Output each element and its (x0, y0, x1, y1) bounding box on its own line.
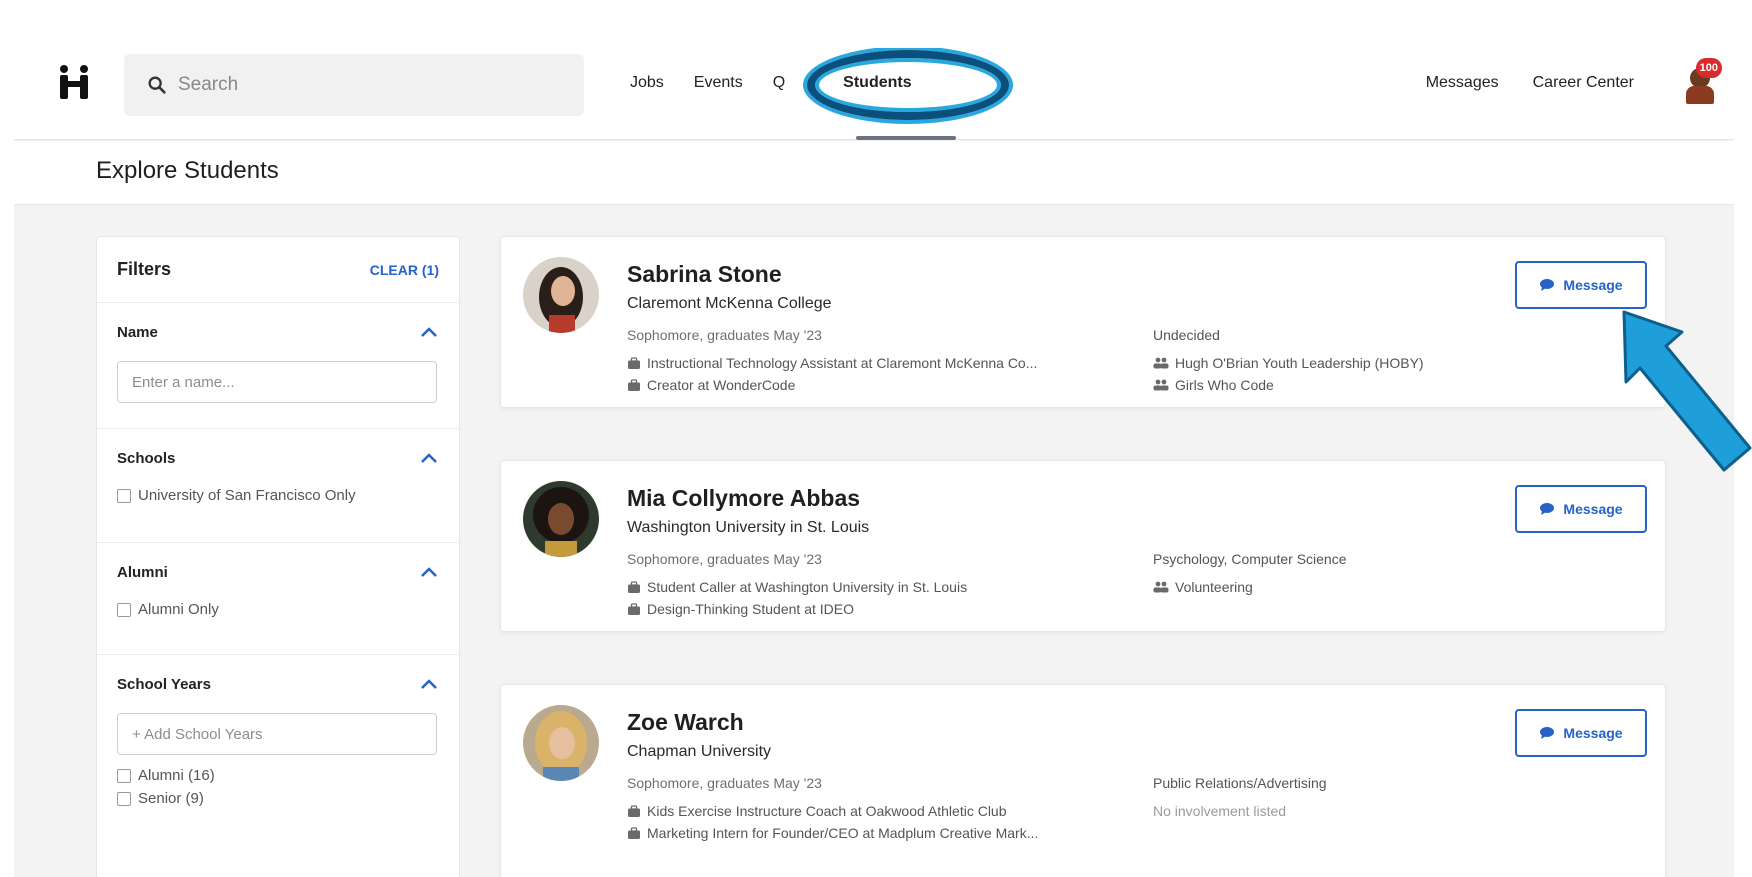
student-avatar[interactable] (523, 257, 599, 333)
active-tab-indicator (856, 136, 956, 140)
message-button[interactable]: Message (1515, 709, 1647, 757)
involvement-row: Volunteering (1153, 579, 1253, 595)
job-row: Student Caller at Washington University … (627, 579, 967, 595)
alumni-only-checkbox[interactable]: Alumni Only (117, 601, 439, 618)
student-year: Sophomore, graduates May '23 (627, 551, 822, 567)
student-name[interactable]: Mia Collymore Abbas (627, 485, 860, 512)
briefcase-icon (628, 826, 640, 839)
nav-events[interactable]: Events (694, 74, 743, 92)
chat-bubble-icon (1540, 279, 1555, 291)
search-input[interactable] (178, 74, 558, 96)
group-icon (1153, 379, 1169, 391)
group-icon (1153, 581, 1169, 593)
job-row: Instructional Technology Assistant at Cl… (627, 355, 1037, 371)
search-icon (148, 76, 166, 94)
search-bar[interactable] (124, 54, 584, 116)
app-window: Jobs Events Q Students Messages Career C… (14, 48, 1734, 877)
student-year: Sophomore, graduates May '23 (627, 775, 822, 791)
chevron-up-icon[interactable] (419, 677, 439, 691)
student-name[interactable]: Sabrina Stone (627, 261, 782, 288)
chevron-up-icon[interactable] (419, 565, 439, 579)
student-card: Zoe Warch Chapman University Sophomore, … (500, 684, 1666, 877)
nav-messages[interactable]: Messages (1426, 74, 1499, 92)
chevron-up-icon[interactable] (419, 325, 439, 339)
student-school: Chapman University (627, 743, 772, 760)
briefcase-icon (628, 356, 640, 369)
annotation-ellipse (807, 50, 1009, 120)
school-only-checkbox[interactable]: University of San Francisco Only (117, 487, 439, 504)
school-years-input[interactable] (117, 713, 437, 755)
top-nav: Jobs Events Q Students Messages Career C… (14, 48, 1734, 140)
filter-alumni-label: Alumni (117, 563, 168, 581)
student-card: Sabrina Stone Claremont McKenna College … (500, 236, 1666, 408)
school-year-checkbox-senior[interactable]: Senior (9) (117, 790, 439, 807)
handshake-logo-icon[interactable] (58, 63, 98, 103)
student-school: Washington University in St. Louis (627, 519, 870, 536)
filter-schools-section: Schools University of San Francisco Only (97, 429, 459, 543)
student-avatar[interactable] (523, 705, 599, 781)
student-card: Mia Collymore Abbas Washington Universit… (500, 460, 1666, 632)
student-avatar[interactable] (523, 481, 599, 557)
annotation-arrow-icon (1622, 310, 1752, 472)
filters-panel: Filters CLEAR (1) Name Schools Universit… (96, 236, 460, 877)
group-icon (1153, 357, 1169, 369)
school-year-checkbox-alumni[interactable]: Alumni (16) (117, 767, 439, 784)
job-row: Kids Exercise Instructure Coach at Oakwo… (627, 803, 1007, 819)
student-school: Claremont McKenna College (627, 295, 832, 312)
filter-name-label: Name (117, 323, 158, 341)
briefcase-icon (628, 804, 640, 817)
filter-schools-label: Schools (117, 449, 176, 467)
student-major: Undecided (1153, 327, 1220, 343)
student-major: Public Relations/Advertising (1153, 775, 1327, 791)
notification-badge: 100 (1695, 58, 1722, 78)
filter-name-section: Name (97, 303, 459, 429)
nav-career-center[interactable]: Career Center (1533, 74, 1634, 92)
filter-alumni-section: Alumni Alumni Only (97, 543, 459, 655)
user-avatar[interactable]: 100 (1680, 58, 1722, 104)
filter-school-years-section: School Years Alumni (16) Senior (9) (97, 655, 459, 807)
message-button[interactable]: Message (1515, 485, 1647, 533)
involvement-row: Hugh O'Brian Youth Leadership (HOBY) (1153, 355, 1424, 371)
job-row: Marketing Intern for Founder/CEO at Madp… (627, 825, 1038, 841)
student-year: Sophomore, graduates May '23 (627, 327, 822, 343)
name-filter-input[interactable] (117, 361, 437, 403)
briefcase-icon (628, 580, 640, 593)
job-row: Design-Thinking Student at IDEO (627, 601, 854, 617)
page-header: Explore Students (14, 141, 1734, 205)
no-involvement-text: No involvement listed (1153, 803, 1287, 819)
student-name[interactable]: Zoe Warch (627, 709, 744, 736)
job-row: Creator at WonderCode (627, 377, 795, 393)
filters-title: Filters (117, 259, 172, 279)
chat-bubble-icon (1540, 503, 1555, 515)
briefcase-icon (628, 602, 640, 615)
involvement-row: Girls Who Code (1153, 377, 1274, 393)
nav-qa[interactable]: Q (773, 74, 785, 92)
chevron-up-icon[interactable] (419, 451, 439, 465)
page-title: Explore Students (96, 157, 279, 184)
student-major: Psychology, Computer Science (1153, 551, 1347, 567)
filter-school-years-label: School Years (117, 675, 211, 693)
clear-filters-button[interactable]: CLEAR (1) (370, 262, 439, 278)
briefcase-icon (628, 378, 640, 391)
chat-bubble-icon (1540, 727, 1555, 739)
right-nav: Messages Career Center (1392, 48, 1634, 118)
nav-jobs[interactable]: Jobs (630, 74, 664, 92)
